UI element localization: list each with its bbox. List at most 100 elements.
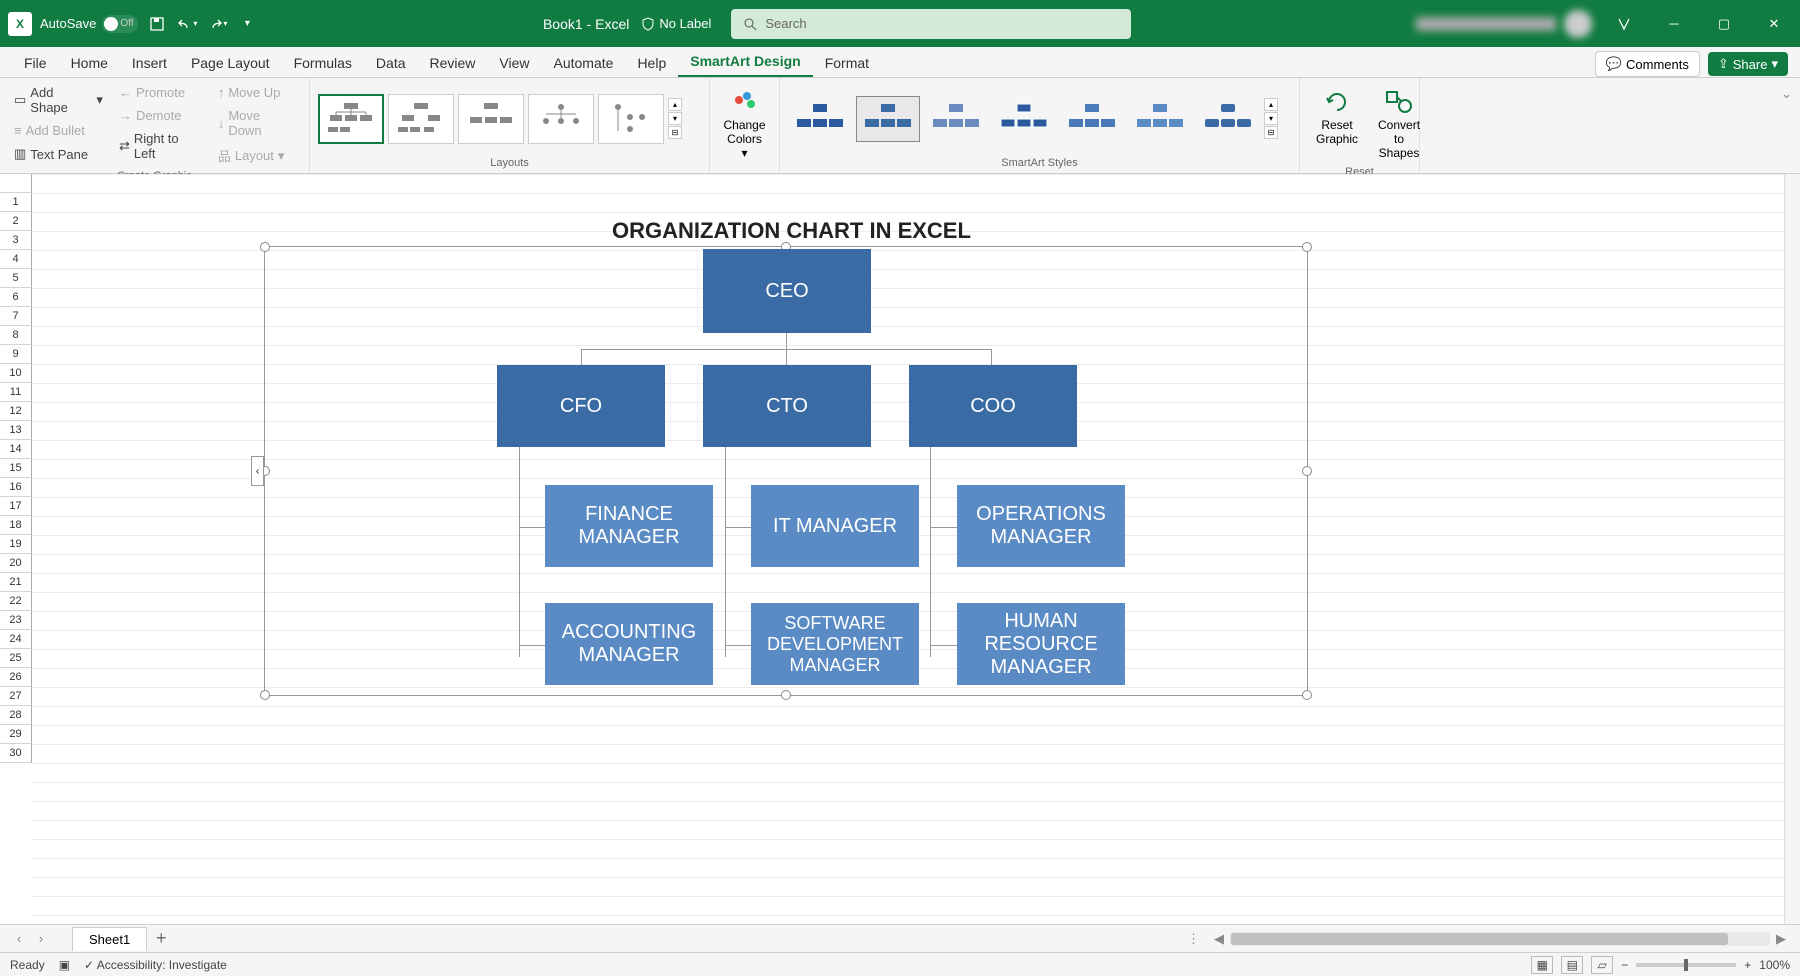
row-header[interactable]: 23 <box>0 611 32 630</box>
style-option-2[interactable] <box>856 96 920 142</box>
resize-handle[interactable] <box>781 690 791 700</box>
tab-insert[interactable]: Insert <box>120 49 179 77</box>
tab-file[interactable]: File <box>12 49 59 77</box>
layout-option-3[interactable] <box>458 94 524 144</box>
row-header[interactable]: 5 <box>0 269 32 288</box>
resize-handle[interactable] <box>260 690 270 700</box>
org-node-ceo[interactable]: CEO <box>703 249 871 333</box>
search-input[interactable]: Search <box>731 9 1131 39</box>
row-header[interactable]: 13 <box>0 421 32 440</box>
tab-review[interactable]: Review <box>418 49 488 77</box>
row-header[interactable]: 24 <box>0 630 32 649</box>
row-header[interactable]: 4 <box>0 250 32 269</box>
share-button[interactable]: ⇪ Share ▾ <box>1708 52 1788 76</box>
org-node-operations[interactable]: OPERATIONS MANAGER <box>957 485 1125 567</box>
row-header[interactable]: 28 <box>0 706 32 725</box>
row-header[interactable]: 7 <box>0 307 32 326</box>
org-node-cto[interactable]: CTO <box>703 365 871 447</box>
org-node-cfo[interactable]: CFO <box>497 365 665 447</box>
row-header[interactable]: 9 <box>0 345 32 364</box>
zoom-level[interactable]: 100% <box>1759 958 1790 972</box>
smartart-object[interactable]: ‹ CEO CFO CTO COO FINANCE MANAGER IT MAN… <box>264 246 1308 696</box>
resize-handle[interactable] <box>1302 690 1312 700</box>
macro-record-icon[interactable]: ▣ <box>59 958 70 972</box>
add-shape-button[interactable]: ▭ Add Shape ▾ <box>8 82 109 118</box>
row-header[interactable]: 21 <box>0 573 32 592</box>
text-pane-toggle[interactable]: ‹ <box>251 456 264 486</box>
tab-home[interactable]: Home <box>59 49 120 77</box>
tab-automate[interactable]: Automate <box>542 49 626 77</box>
style-option-1[interactable] <box>788 96 852 142</box>
sheet-nav-prev[interactable]: ‹ <box>8 931 30 946</box>
row-header[interactable]: 6 <box>0 288 32 307</box>
redo-icon[interactable]: ▾ <box>206 13 228 35</box>
org-node-software[interactable]: SOFTWARE DEVELOPMENT MANAGER <box>751 603 919 685</box>
sheet-tabs-menu[interactable]: ⋮ <box>1179 931 1208 947</box>
view-page-break-button[interactable]: ▱ <box>1591 956 1613 974</box>
styles-more[interactable]: ▴▾⊟ <box>1264 98 1278 139</box>
style-option-3[interactable] <box>924 96 988 142</box>
layout-option-1[interactable] <box>318 94 384 144</box>
style-option-6[interactable] <box>1128 96 1192 142</box>
qat-customize-icon[interactable]: ▾ <box>236 13 258 35</box>
style-option-5[interactable] <box>1060 96 1124 142</box>
tab-page-layout[interactable]: Page Layout <box>179 49 282 77</box>
reset-graphic-button[interactable]: Reset Graphic <box>1308 82 1366 150</box>
mode-switch-icon[interactable] <box>1606 6 1642 42</box>
row-header[interactable]: 20 <box>0 554 32 573</box>
row-header[interactable]: 15 <box>0 459 32 478</box>
org-node-it[interactable]: IT MANAGER <box>751 485 919 567</box>
hscroll-right[interactable]: ▶ <box>1770 931 1792 947</box>
resize-handle[interactable] <box>1302 242 1312 252</box>
add-sheet-button[interactable]: + <box>147 928 175 949</box>
vertical-scrollbar[interactable] <box>1784 174 1800 924</box>
zoom-slider[interactable] <box>1636 963 1736 967</box>
tab-smartart-design[interactable]: SmartArt Design <box>678 47 812 77</box>
row-header[interactable]: 12 <box>0 402 32 421</box>
org-node-accounting[interactable]: ACCOUNTING MANAGER <box>545 603 713 685</box>
tab-formulas[interactable]: Formulas <box>282 49 364 77</box>
user-account[interactable] <box>1416 10 1592 38</box>
row-header[interactable]: 2 <box>0 212 32 231</box>
layouts-more[interactable]: ▴▾⊟ <box>668 98 682 139</box>
row-header[interactable]: 25 <box>0 649 32 668</box>
row-header[interactable]: 29 <box>0 725 32 744</box>
maximize-button[interactable]: ▢ <box>1706 6 1742 42</box>
resize-handle[interactable] <box>260 242 270 252</box>
select-all-cell[interactable] <box>0 174 32 193</box>
row-header[interactable]: 19 <box>0 535 32 554</box>
view-normal-button[interactable]: ▦ <box>1531 956 1553 974</box>
accessibility-status[interactable]: ✓ Accessibility: Investigate <box>84 958 227 972</box>
row-header[interactable]: 27 <box>0 687 32 706</box>
style-option-7[interactable] <box>1196 96 1260 142</box>
sensitivity-label[interactable]: No Label <box>641 16 711 31</box>
autosave-toggle[interactable]: AutoSave Off <box>40 15 138 33</box>
sheet-tab-sheet1[interactable]: Sheet1 <box>72 927 147 951</box>
rtl-button[interactable]: ⇄ Right to Left <box>113 128 208 164</box>
row-header[interactable]: 8 <box>0 326 32 345</box>
row-header[interactable]: 30 <box>0 744 32 763</box>
save-icon[interactable] <box>146 13 168 35</box>
tab-view[interactable]: View <box>487 49 541 77</box>
row-header[interactable]: 22 <box>0 592 32 611</box>
row-header[interactable]: 17 <box>0 497 32 516</box>
comments-button[interactable]: 💬 Comments <box>1595 51 1700 77</box>
row-header[interactable]: 16 <box>0 478 32 497</box>
layout-option-2[interactable] <box>388 94 454 144</box>
zoom-out-button[interactable]: − <box>1621 958 1628 972</box>
style-option-4[interactable] <box>992 96 1056 142</box>
row-header[interactable]: 14 <box>0 440 32 459</box>
tab-format[interactable]: Format <box>813 49 881 77</box>
convert-shapes-button[interactable]: Convert to Shapes <box>1370 82 1428 164</box>
row-header[interactable]: 1 <box>0 193 32 212</box>
layout-option-5[interactable] <box>598 94 664 144</box>
sheet-nav-next[interactable]: › <box>30 931 52 946</box>
row-header[interactable]: 26 <box>0 668 32 687</box>
view-page-layout-button[interactable]: ▤ <box>1561 956 1583 974</box>
row-header[interactable]: 18 <box>0 516 32 535</box>
org-node-finance[interactable]: FINANCE MANAGER <box>545 485 713 567</box>
tab-data[interactable]: Data <box>364 49 418 77</box>
text-pane-button[interactable]: ▥ Text Pane <box>8 143 109 165</box>
tab-help[interactable]: Help <box>625 49 678 77</box>
close-button[interactable]: ✕ <box>1756 6 1792 42</box>
